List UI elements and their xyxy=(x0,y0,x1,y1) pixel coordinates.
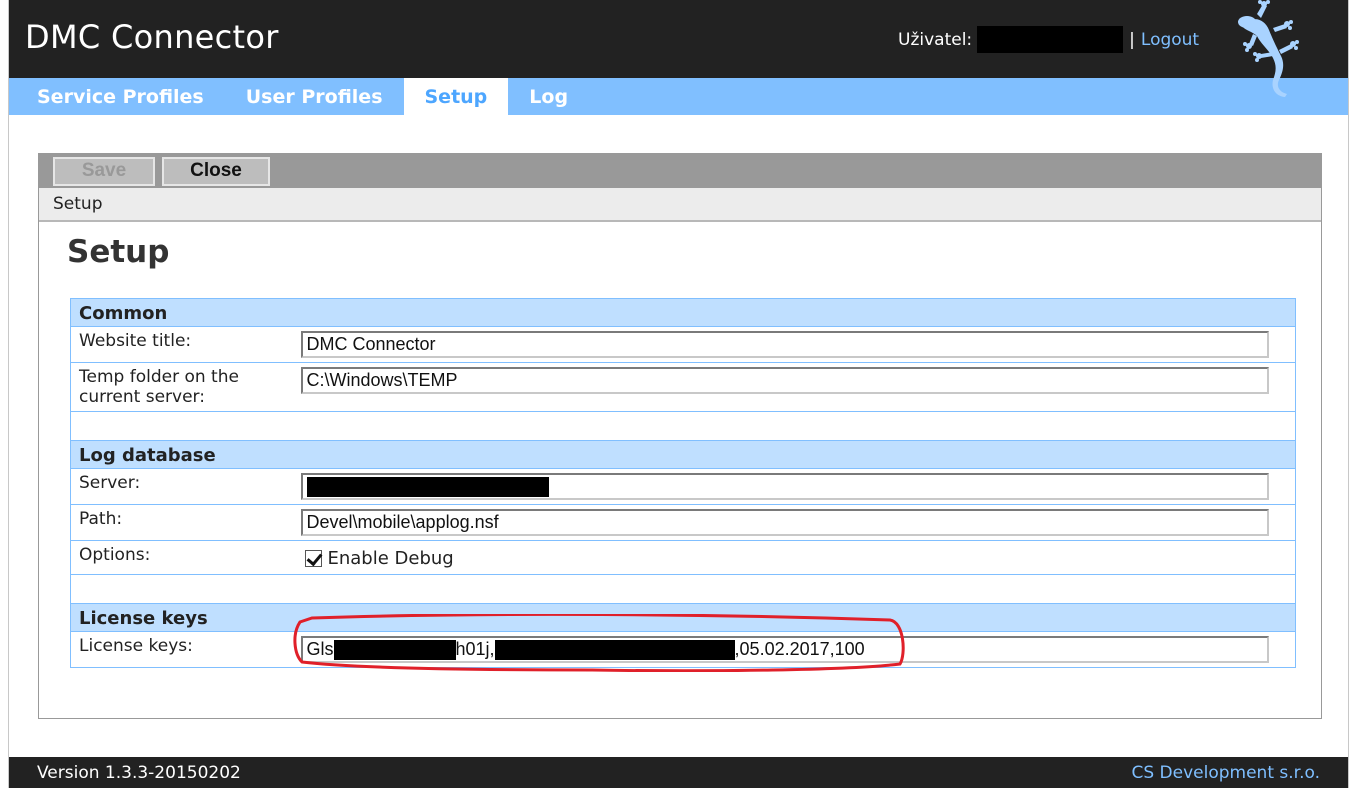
tab-setup[interactable]: Setup xyxy=(403,78,509,115)
field-label: Server: xyxy=(70,468,300,505)
redacted-value xyxy=(494,639,735,660)
footer: Version 1.3.3-20150202 CS Development s.… xyxy=(9,757,1348,788)
form-row-options: Options: Enable Debug xyxy=(70,540,1296,575)
field-label: Path: xyxy=(70,504,300,541)
redacted-value xyxy=(306,476,549,497)
website-title-input[interactable]: DMC Connector xyxy=(300,331,1269,358)
company-link[interactable]: CS Development s.r.o. xyxy=(1131,763,1320,783)
logout-link[interactable]: Logout xyxy=(1141,30,1199,50)
field-label: Temp folder on the current server: xyxy=(70,362,300,412)
enable-debug-label[interactable]: Enable Debug xyxy=(328,548,454,569)
license-keys-input[interactable]: Gls h01j, ,05.02.2017,100 xyxy=(300,636,1269,663)
separator: | xyxy=(1129,29,1135,50)
form-row-temp-folder: Temp folder on the current server: C:\Wi… xyxy=(70,362,1296,412)
section-heading: Common xyxy=(70,298,1296,327)
version-label: Version 1.3.3-20150202 xyxy=(37,762,241,783)
field-label: Options: xyxy=(70,540,300,575)
gecko-icon xyxy=(1238,0,1299,97)
form-row-server: Server: xyxy=(70,468,1296,505)
main-nav: Service Profiles User Profiles Setup Log xyxy=(9,78,1348,115)
license-prefix: Gls xyxy=(306,639,334,659)
section-heading: Log database xyxy=(70,440,1296,469)
page-title: Setup xyxy=(67,234,170,270)
section-common: Common xyxy=(70,298,1296,327)
user-area: Uživatel: | Logout xyxy=(898,26,1199,53)
form-row-website-title: Website title: DMC Connector xyxy=(70,326,1296,363)
header: DMC Connector Uživatel: | Logout xyxy=(9,0,1348,78)
tab-user-profiles[interactable]: User Profiles xyxy=(225,78,404,115)
server-input[interactable] xyxy=(300,473,1269,500)
path-input[interactable]: Devel\mobile\applog.nsf xyxy=(300,509,1269,536)
user-name-redacted xyxy=(977,26,1124,53)
setup-form: Common Website title: DMC Connector Temp… xyxy=(70,298,1296,668)
close-button[interactable]: Close xyxy=(162,156,270,186)
spacer-row xyxy=(70,574,1296,604)
form-row-path: Path: Devel\mobile\applog.nsf xyxy=(70,504,1296,541)
setup-panel: Save Close Setup Setup Common Website ti… xyxy=(38,153,1322,719)
redacted-value xyxy=(333,639,456,660)
field-label: License keys: xyxy=(70,631,300,668)
section-heading: License keys xyxy=(70,603,1296,632)
app-title: DMC Connector xyxy=(25,18,279,56)
tab-log[interactable]: Log xyxy=(508,78,589,115)
enable-debug-option: Enable Debug xyxy=(301,545,1270,569)
breadcrumb: Setup xyxy=(39,188,1321,222)
section-log-database: Log database xyxy=(70,440,1296,469)
temp-folder-input[interactable]: C:\Windows\TEMP xyxy=(300,367,1269,394)
field-label: Website title: xyxy=(70,326,300,363)
toolbar: Save Close xyxy=(39,154,1321,188)
tab-service-profiles[interactable]: Service Profiles xyxy=(9,78,225,115)
section-license-keys: License keys xyxy=(70,603,1296,632)
license-suffix: ,05.02.2017,100 xyxy=(734,639,865,659)
page: DMC Connector Uživatel: | Logout Service… xyxy=(8,0,1349,788)
form-row-license-keys: License keys: Gls h01j, ,05.02.2017,100 xyxy=(70,631,1296,668)
enable-debug-checkbox[interactable] xyxy=(304,550,322,567)
license-mid: h01j, xyxy=(455,639,495,659)
user-label: Uživatel: xyxy=(898,29,973,50)
save-button[interactable]: Save xyxy=(53,156,155,186)
spacer-row xyxy=(70,411,1296,441)
